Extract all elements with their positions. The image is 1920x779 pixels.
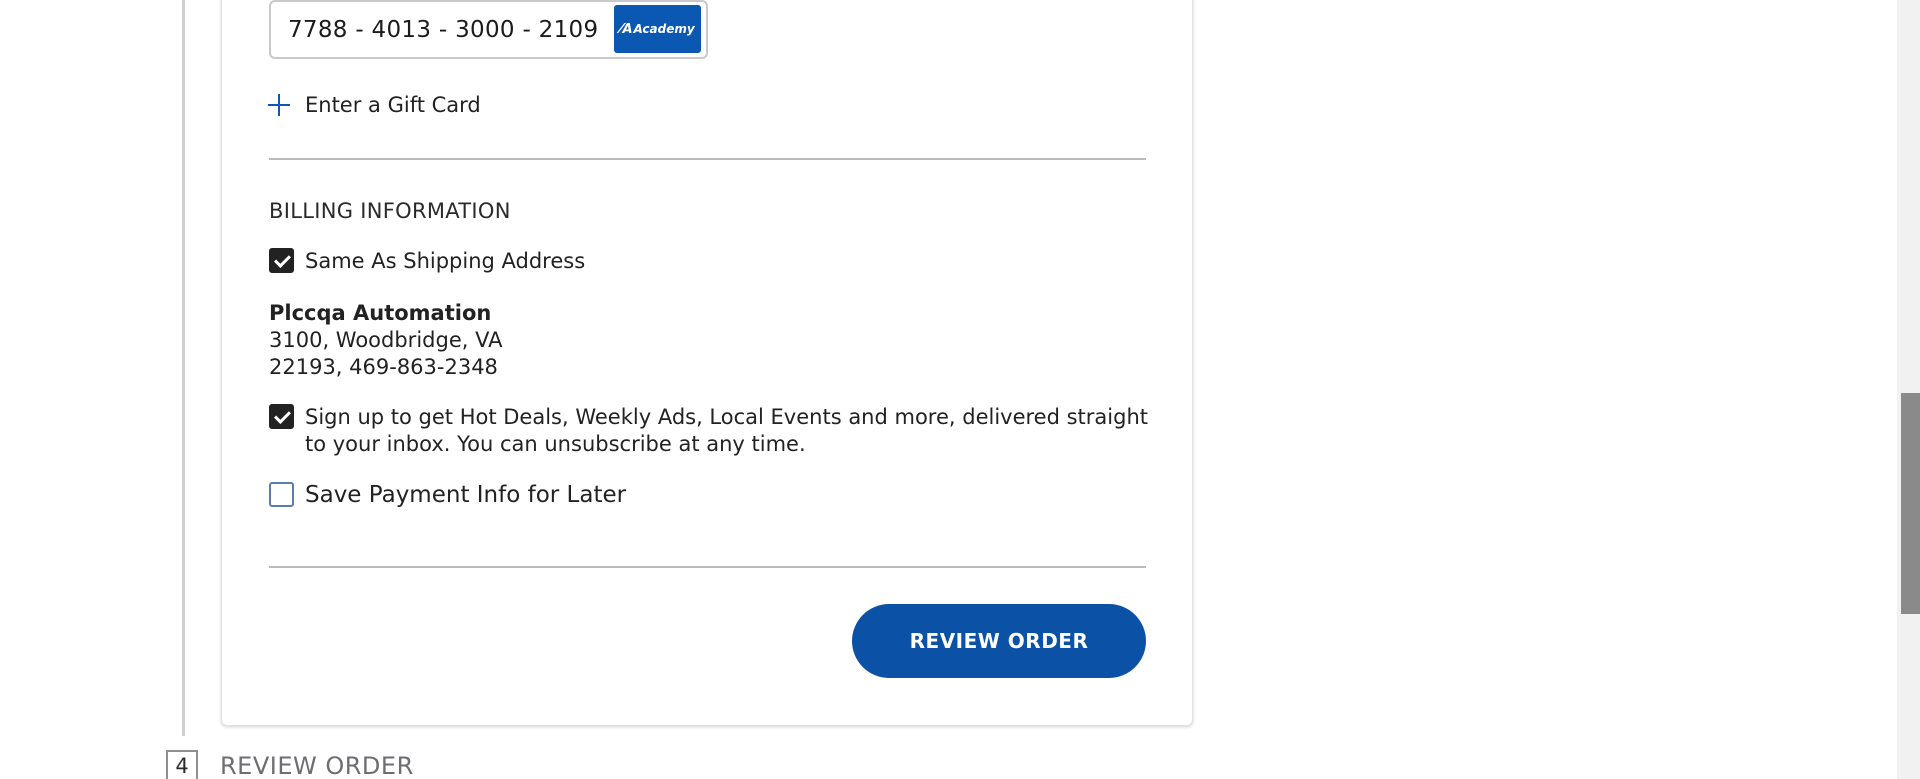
- billing-section-title: BILLING INFORMATION: [269, 199, 511, 223]
- checkout-page: 7788 - 4013 - 3000 - 2109 ⁄A Academy Ent…: [0, 0, 1920, 779]
- save-payment-row[interactable]: Save Payment Info for Later: [269, 482, 626, 509]
- card-number: 7788 - 4013 - 3000 - 2109: [288, 17, 599, 43]
- signup-row[interactable]: Sign up to get Hot Deals, Weekly Ads, Lo…: [269, 404, 1149, 458]
- card-brand-text: Academy: [633, 22, 695, 36]
- billing-address: Plccqa Automation 3100, Woodbridge, VA 2…: [269, 300, 502, 381]
- scrollbar-thumb[interactable]: [1901, 393, 1920, 614]
- vertical-scrollbar[interactable]: [1897, 0, 1920, 779]
- same-as-shipping-label: Same As Shipping Address: [305, 249, 586, 273]
- plus-icon: [268, 94, 290, 116]
- same-as-shipping-row[interactable]: Same As Shipping Address: [269, 248, 585, 275]
- save-payment-label: Save Payment Info for Later: [305, 482, 627, 508]
- divider: [269, 158, 1146, 160]
- step-number-badge: 4: [166, 750, 198, 779]
- signup-checkbox[interactable]: [269, 404, 294, 429]
- address-line-1: 3100, Woodbridge, VA: [269, 328, 503, 352]
- divider: [269, 566, 1146, 568]
- address-name: Plccqa Automation: [269, 301, 492, 325]
- saved-payment-card[interactable]: 7788 - 4013 - 3000 - 2109 ⁄A Academy: [269, 0, 708, 59]
- academy-logo-icon: ⁄A: [620, 21, 633, 37]
- enter-gift-card-link[interactable]: Enter a Gift Card: [268, 93, 481, 117]
- address-line-2: 22193, 469-863-2348: [269, 355, 498, 379]
- step-label: REVIEW ORDER: [220, 752, 414, 779]
- signup-label: Sign up to get Hot Deals, Weekly Ads, Lo…: [305, 405, 1148, 456]
- next-step-header[interactable]: 4 REVIEW ORDER: [166, 750, 414, 779]
- gift-card-label: Enter a Gift Card: [305, 93, 481, 117]
- timeline-line: [182, 0, 185, 736]
- academy-card-logo: ⁄A Academy: [614, 5, 701, 53]
- review-order-button[interactable]: REVIEW ORDER: [852, 604, 1146, 678]
- save-payment-checkbox[interactable]: [269, 482, 294, 507]
- same-as-shipping-checkbox[interactable]: [269, 248, 294, 273]
